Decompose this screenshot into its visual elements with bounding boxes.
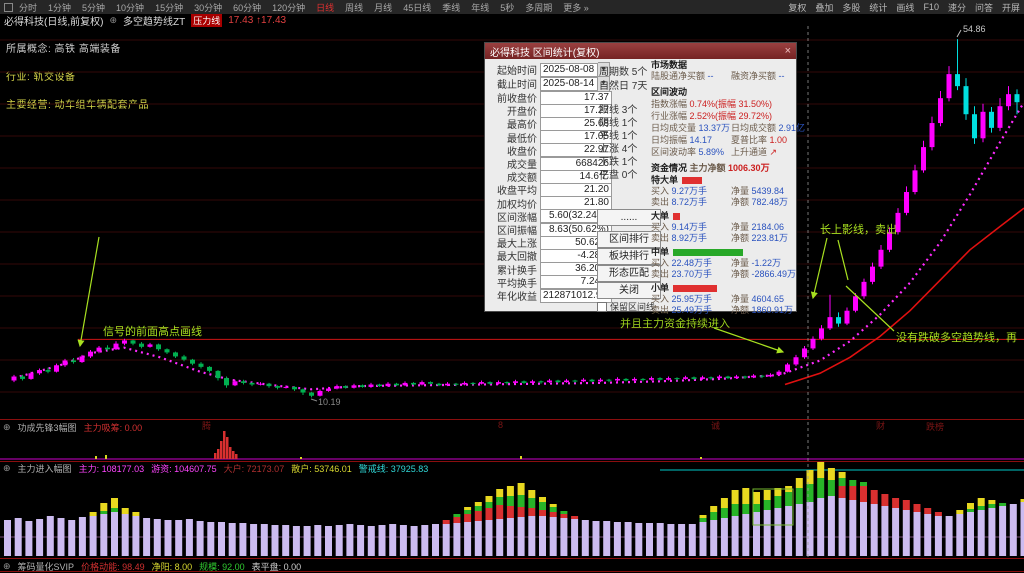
- right-label: 净额: [731, 197, 752, 207]
- right-col2: 上升通道 ↗: [731, 145, 777, 158]
- stat-value-box[interactable]: 21.20: [540, 182, 612, 197]
- right-row-17: 卖出 23.70万手 净额 -2866.49万: [651, 267, 796, 280]
- right-label: 区间波动率: [651, 147, 699, 157]
- stat-field-row-3: 最低价 17.05: [489, 130, 612, 145]
- field-label: 年化收益: [497, 292, 537, 303]
- right-value: ↗: [769, 147, 778, 157]
- right-value: 5.89%: [698, 147, 725, 157]
- right-label: 日均振幅: [651, 135, 690, 145]
- stat-field-row-12: 最大回撤 -4.28%: [489, 248, 612, 263]
- right-label: 日均成交额: [731, 123, 779, 133]
- right-label: 上升通道: [731, 147, 770, 157]
- checkbox-label: 保留区间线: [610, 302, 656, 312]
- stat-field-row-11: 最大上涨 50.62%: [489, 235, 612, 250]
- right-value: 8.92万手: [671, 233, 708, 243]
- right-label: 指数涨幅: [651, 99, 690, 109]
- dialog-titlebar[interactable]: 必得科技 区间统计(复权) ×: [485, 43, 796, 59]
- field-label: 起始时间: [497, 66, 537, 77]
- mid-stat-7: 平盘 0个: [599, 170, 638, 181]
- stat-field-row-14: 平均换手 7.24%: [489, 275, 612, 290]
- right-label: 日均成交量: [651, 123, 699, 133]
- right-col2: 净额 223.81万: [731, 231, 788, 244]
- fund-label: 主力净额: [687, 163, 729, 173]
- date-field-row-0: 起始时间 2025-08-08 ▼: [489, 61, 610, 78]
- stat-field-row-8: 加权均价 21.80: [489, 196, 612, 211]
- stat-field-row-7: 收盘平均 21.20: [489, 182, 612, 197]
- right-value: 14.17: [689, 135, 713, 145]
- right-value: --: [707, 71, 714, 81]
- right-label: 夏普比率: [731, 135, 770, 145]
- right-label: 陆股通净买额: [651, 71, 708, 81]
- right-row-1: 陆股通净买额 -- 融资净买额 --: [651, 69, 792, 82]
- date-input[interactable]: 2025-08-14: [540, 76, 598, 91]
- section-title: 资金情况: [651, 163, 688, 173]
- right-col2: 净额 782.48万: [731, 195, 788, 208]
- app-window: 分时 1分钟 5分钟 10分钟 15分钟 30分钟 60分钟 120分钟 日线 周线 月线 45日线季…: [0, 0, 1024, 573]
- right-value: 13.37万: [698, 123, 731, 133]
- right-row-11: 卖出 8.72万手 净额 782.48万: [651, 195, 792, 208]
- right-value: 223.81万: [751, 233, 789, 243]
- date-input[interactable]: 2025-08-08: [540, 62, 598, 77]
- checkbox-icon[interactable]: [597, 301, 607, 312]
- right-value: 23.70万手: [671, 269, 713, 279]
- right-value: -2866.49万: [751, 269, 797, 279]
- field-label: 截止时间: [497, 80, 537, 91]
- stat-field-row-15: 年化收益 212871012.96%: [489, 288, 616, 303]
- right-value: 1.00: [769, 135, 788, 145]
- right-value: 2.91亿: [778, 123, 806, 133]
- right-value: 0.74%(振幅 31.50%): [689, 99, 773, 109]
- right-value: 25.49万手: [671, 305, 713, 315]
- right-row-7: 区间波动率 5.89% 上升通道 ↗: [651, 145, 792, 158]
- right-label: 卖出: [651, 233, 672, 243]
- right-col2: 融资净买额 --: [731, 69, 785, 82]
- right-label: 净额: [731, 269, 752, 279]
- right-value: 1860.91万: [751, 305, 794, 315]
- stat-field-row-10: 区间振幅 8.63(50.62%): [489, 222, 612, 237]
- right-row-14: 卖出 8.92万手 净额 223.81万: [651, 231, 792, 244]
- right-label: 净额: [731, 233, 752, 243]
- stat-field-row-6: 成交额 14.6亿: [489, 169, 612, 184]
- stat-field-row-13: 累计换手 36.20%: [489, 262, 612, 277]
- stat-field-row-4: 收盘价 22.97: [489, 143, 612, 158]
- stat-value-box[interactable]: 21.80: [540, 196, 612, 211]
- right-value: 782.48万: [751, 197, 789, 207]
- right-col2: 净额 -2866.49万: [731, 267, 796, 280]
- stat-field-row-2: 最高价 25.68: [489, 116, 612, 131]
- mid-stat-1: 自然日 7天: [599, 81, 648, 92]
- right-label: 净额: [731, 305, 752, 315]
- stat-field-row-5: 成交量 668426: [489, 156, 612, 171]
- stat-field-row-9: 区间涨幅 5.60(32.24%): [489, 209, 612, 224]
- right-value: 2.52%(振幅 29.72%): [689, 111, 773, 121]
- fund-value: 1006.30万: [728, 163, 770, 173]
- right-label: 卖出: [651, 269, 672, 279]
- interval-stats-dialog[interactable]: 必得科技 区间统计(复权) × 起始时间 2025-08-08 ▼ 截止时间 2025-…: [484, 42, 805, 315]
- stat-field-row-1: 开盘价 17.27: [489, 103, 612, 118]
- date-field-row-1: 截止时间 2025-08-14 ▼: [489, 75, 610, 92]
- dialog-title: 必得科技 区间统计(复权): [490, 47, 600, 59]
- stat-field-row-0: 前收盘价 17.37: [489, 90, 612, 105]
- keep-interval-checkbox[interactable]: 保留区间线: [597, 300, 655, 313]
- right-value: --: [778, 71, 785, 81]
- right-label: 行业涨幅: [651, 111, 690, 121]
- mid-stat-0: 周期数 5个: [599, 67, 648, 78]
- right-label: 卖出: [651, 305, 672, 315]
- right-value: 8.72万手: [671, 197, 708, 207]
- right-label: 融资净买额: [731, 71, 779, 81]
- right-col2: 净额 1860.91万: [731, 303, 793, 316]
- close-icon[interactable]: ×: [785, 46, 791, 57]
- right-row-20: 卖出 25.49万手 净额 1860.91万: [651, 303, 793, 316]
- right-label: 卖出: [651, 197, 672, 207]
